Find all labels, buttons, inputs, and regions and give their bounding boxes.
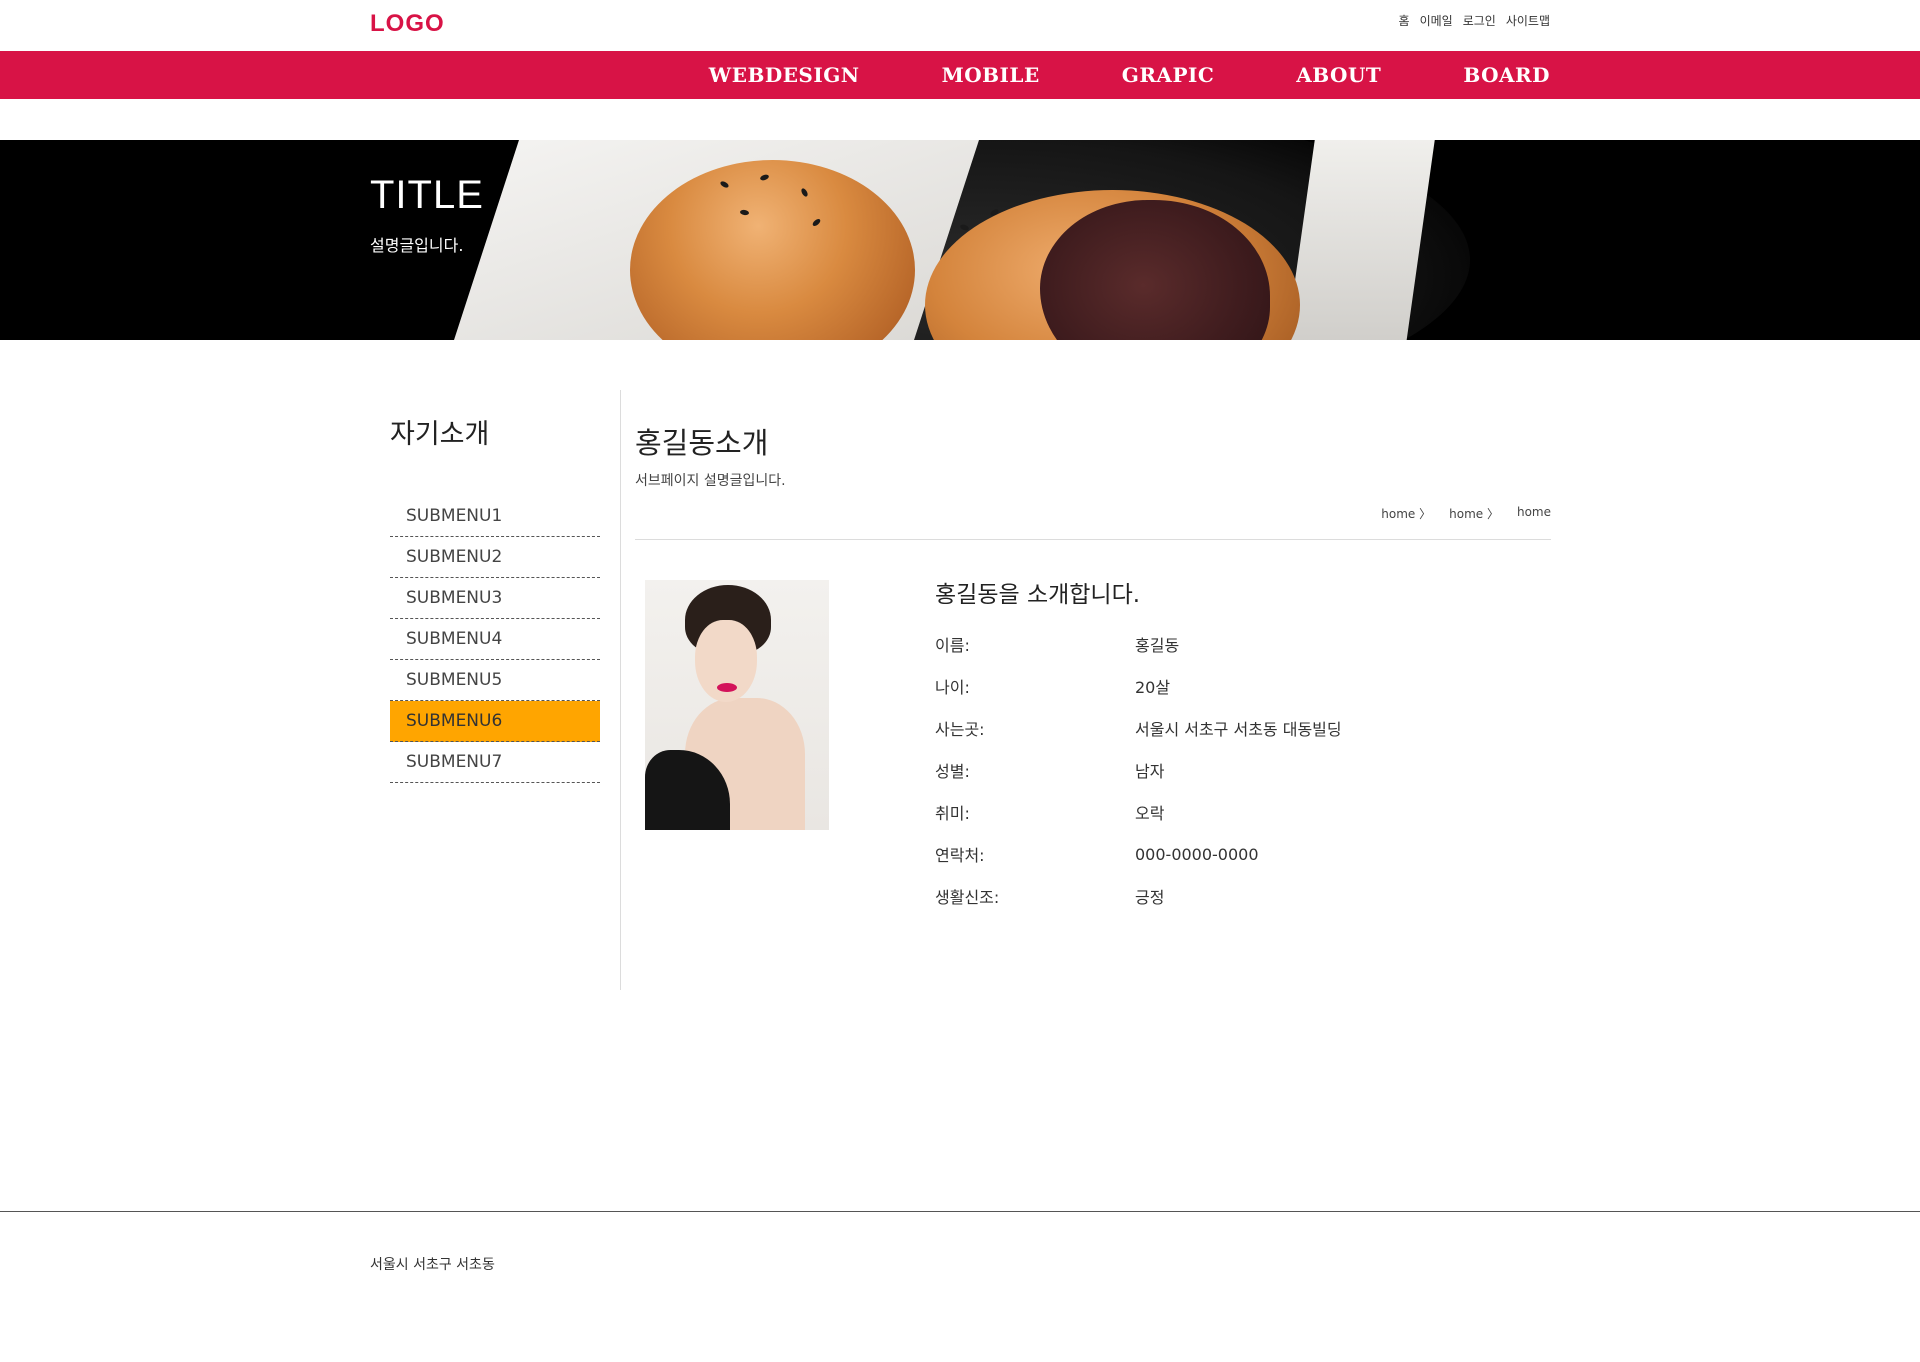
util-sitemap-link[interactable]: 사이트맵: [1506, 12, 1550, 29]
submenu-item-6-active[interactable]: SUBMENU6: [390, 701, 600, 742]
profile-label: 성별:: [935, 762, 970, 781]
top-bar: LOGO 홈 이메일 로그인 사이트맵: [0, 0, 1920, 51]
profile-label: 연락처:: [935, 846, 985, 865]
profile-row-name: 이름: 홍길동: [935, 623, 1495, 665]
submenu-list: SUBMENU1 SUBMENU2 SUBMENU3 SUBMENU4 SUBM…: [390, 496, 600, 783]
profile-label: 나이:: [935, 678, 970, 697]
profile-row-address: 사는곳: 서울시 서초구 서초동 대동빌딩: [935, 707, 1495, 749]
footer-divider: [0, 1211, 1920, 1212]
page-title: 홍길동소개: [635, 426, 769, 460]
banner-title: TITLE: [370, 173, 484, 217]
breadcrumb-item[interactable]: home 〉: [1381, 505, 1431, 522]
nav-item-webdesign[interactable]: WEBDESIGN: [709, 63, 860, 87]
breadcrumb-item[interactable]: home 〉: [1449, 505, 1499, 522]
profile-value: 오락: [1135, 804, 1165, 823]
footer-address: 서울시 서초구 서초동: [370, 1257, 495, 1273]
nav-item-grapic[interactable]: GRAPIC: [1122, 63, 1215, 87]
utility-links: 홈 이메일 로그인 사이트맵: [1399, 12, 1550, 29]
profile-value: 긍정: [1135, 888, 1165, 907]
main-nav: WEBDESIGN MOBILE GRAPIC ABOUT BOARD: [0, 51, 1920, 99]
submenu-item-7[interactable]: SUBMENU7: [390, 742, 600, 783]
nav-item-about[interactable]: ABOUT: [1296, 63, 1381, 87]
profile-heading: 홍길동을 소개합니다.: [935, 582, 1141, 608]
util-login-link[interactable]: 로그인: [1463, 12, 1496, 29]
profile-value: 홍길동: [1135, 636, 1180, 655]
submenu-item-5[interactable]: SUBMENU5: [390, 660, 600, 701]
submenu-item-1[interactable]: SUBMENU1: [390, 496, 600, 537]
hero-banner: TITLE 설명글입니다.: [0, 140, 1920, 340]
profile-row-motto: 생활신조: 긍정: [935, 875, 1495, 917]
util-email-link[interactable]: 이메일: [1420, 12, 1453, 29]
page-subtitle: 서브페이지 설명글입니다.: [635, 473, 786, 489]
sidebar-title: 자기소개: [390, 419, 490, 450]
profile-value: 000-0000-0000: [1135, 844, 1259, 864]
profile-value: 20살: [1135, 678, 1171, 697]
util-home-link[interactable]: 홈: [1399, 12, 1410, 29]
profile-label: 취미:: [935, 804, 970, 823]
profile-row-contact: 연락처: 000-0000-0000: [935, 833, 1495, 875]
title-divider: [635, 539, 1551, 540]
breadcrumb-item[interactable]: home: [1517, 505, 1551, 522]
profile-row-age: 나이: 20살: [935, 665, 1495, 707]
breadcrumb: home 〉 home 〉 home: [1381, 505, 1551, 522]
profile-label: 이름:: [935, 636, 970, 655]
profile-row-hobby: 취미: 오락: [935, 791, 1495, 833]
profile-photo: [645, 580, 829, 830]
submenu-item-4[interactable]: SUBMENU4: [390, 619, 600, 660]
submenu-item-2[interactable]: SUBMENU2: [390, 537, 600, 578]
photo-lips: [717, 683, 737, 692]
sidebar: 자기소개 SUBMENU1 SUBMENU2 SUBMENU3 SUBMENU4…: [390, 390, 600, 783]
banner-description: 설명글입니다.: [370, 236, 464, 255]
profile-info: 홍길동을 소개합니다. 이름: 홍길동 나이: 20살 사는곳: 서울시 서초구…: [935, 575, 1495, 917]
content-divider: [620, 390, 621, 990]
profile-label: 생활신조:: [935, 888, 1000, 907]
profile-label: 사는곳:: [935, 720, 985, 739]
nav-item-mobile[interactable]: MOBILE: [942, 63, 1040, 87]
nav-item-board[interactable]: BOARD: [1463, 63, 1550, 87]
profile-value: 서울시 서초구 서초동 대동빌딩: [1135, 720, 1342, 739]
profile-row-gender: 성별: 남자: [935, 749, 1495, 791]
main-content: 홍길동소개 서브페이지 설명글입니다. home 〉 home 〉 home 홍…: [635, 390, 1551, 907]
profile-value: 남자: [1135, 762, 1165, 781]
submenu-item-3[interactable]: SUBMENU3: [390, 578, 600, 619]
logo[interactable]: LOGO: [370, 10, 445, 38]
